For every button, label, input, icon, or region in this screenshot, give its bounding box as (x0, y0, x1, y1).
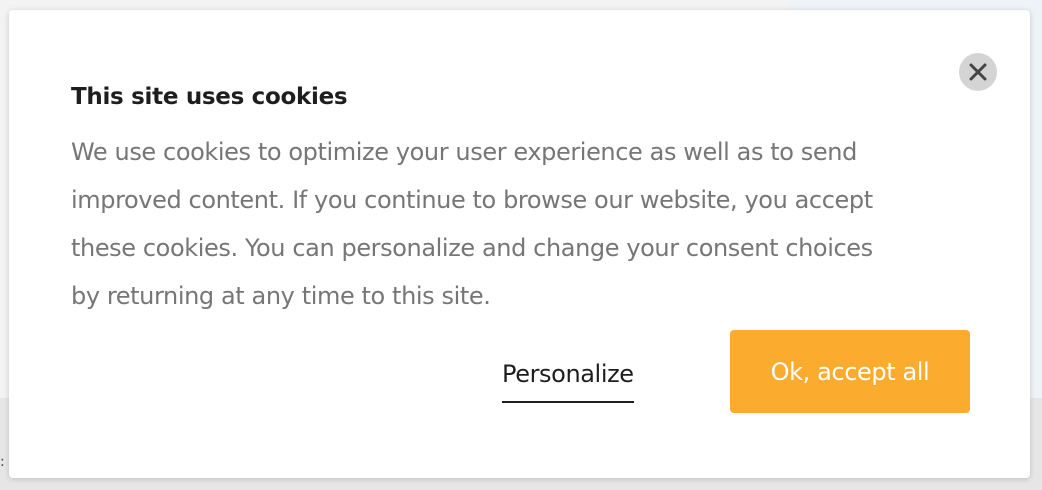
background-fragment: : (0, 454, 5, 470)
cookie-consent-dialog: This site uses cookies We use cookies to… (9, 10, 1030, 478)
close-button[interactable] (959, 53, 997, 91)
body-text-line: improved content. If you continue to bro… (71, 186, 873, 214)
close-icon (969, 63, 987, 81)
dialog-body-text: We use cookies to optimize your user exp… (71, 128, 971, 320)
dialog-title: This site uses cookies (71, 84, 348, 110)
personalize-button[interactable]: Personalize (502, 357, 634, 403)
body-text-line: by returning at any time to this site. (71, 282, 491, 310)
accept-all-button[interactable]: Ok, accept all (730, 330, 970, 413)
body-text-line: these cookies. You can personalize and c… (71, 234, 873, 262)
body-text-line: We use cookies to optimize your user exp… (71, 138, 857, 166)
